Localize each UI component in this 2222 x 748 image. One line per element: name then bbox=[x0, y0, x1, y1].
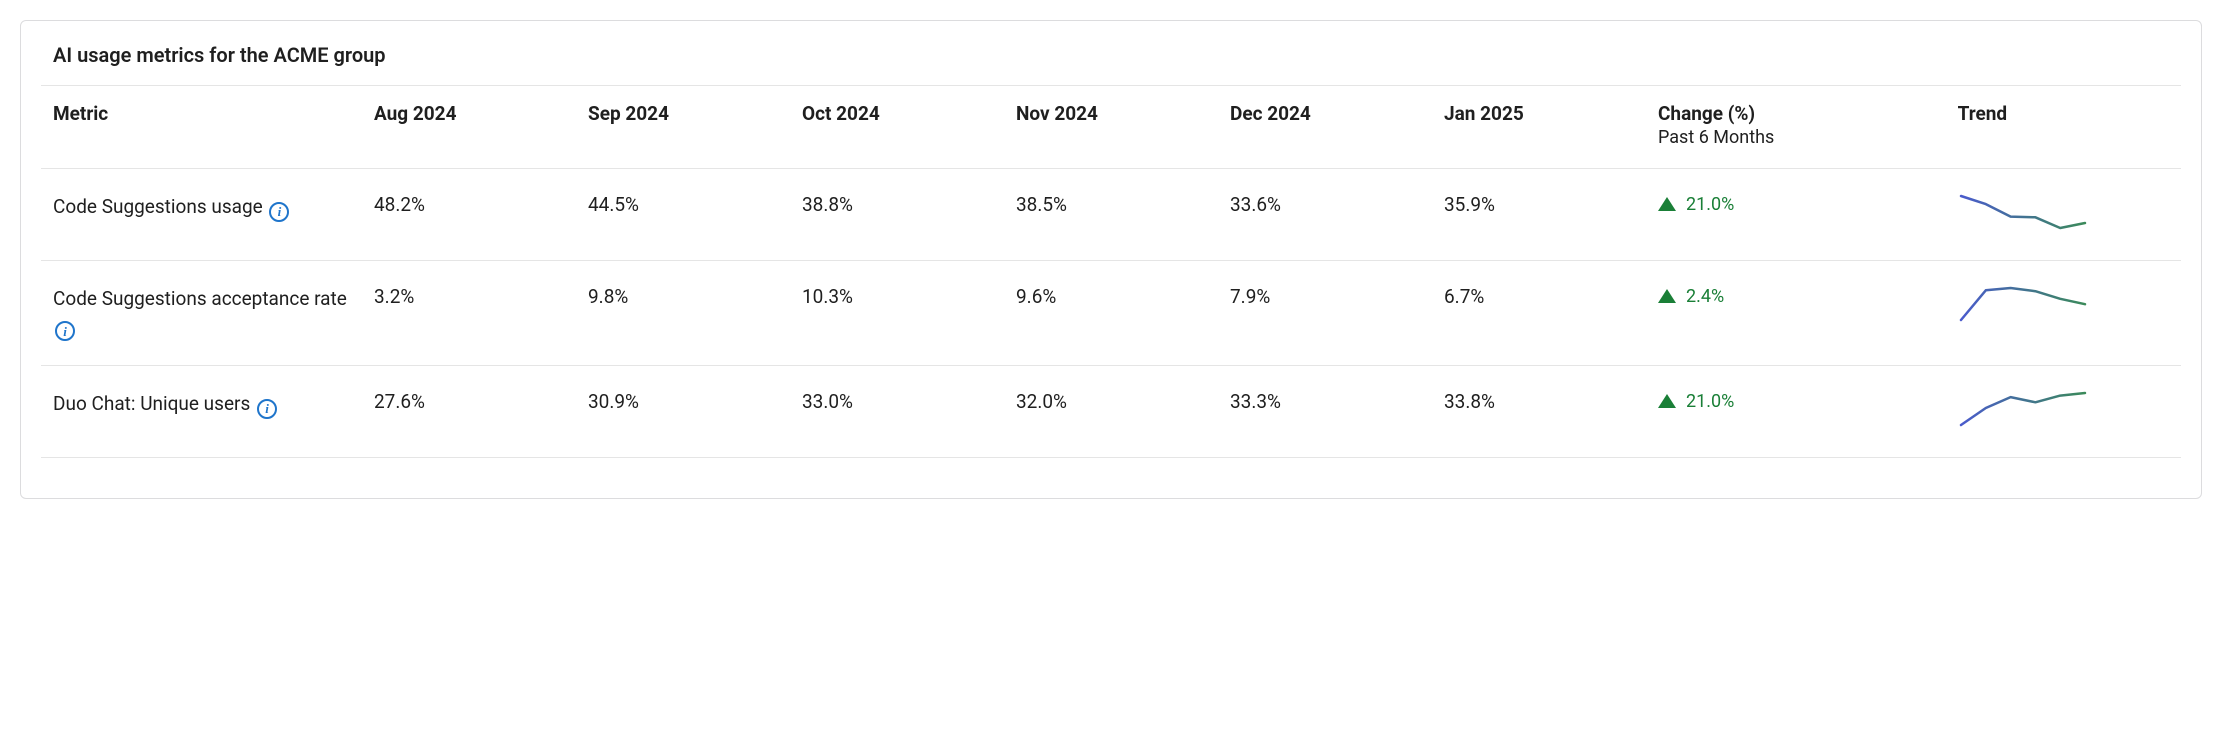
sparkline bbox=[1958, 285, 2088, 323]
value-cell: 32.0% bbox=[1004, 366, 1218, 458]
th-month-4: Dec 2024 bbox=[1218, 86, 1432, 169]
metric-name: Duo Chat: Unique users bbox=[53, 392, 250, 415]
table-row: Duo Chat: Unique users i27.6%30.9%33.0%3… bbox=[41, 366, 2181, 458]
triangle-up-icon bbox=[1658, 394, 1676, 408]
table-header-row: Metric Aug 2024 Sep 2024 Oct 2024 Nov 20… bbox=[41, 86, 2181, 169]
value-cell: 7.9% bbox=[1218, 261, 1432, 366]
trend-cell bbox=[1946, 366, 2181, 458]
th-change: Change (%) Past 6 Months bbox=[1646, 86, 1946, 169]
change-indicator: 2.4% bbox=[1658, 286, 1724, 307]
th-metric: Metric bbox=[41, 86, 362, 169]
metric-name-cell: Code Suggestions acceptance rate i bbox=[41, 261, 362, 366]
info-icon[interactable]: i bbox=[55, 321, 75, 341]
value-cell: 10.3% bbox=[790, 261, 1004, 366]
value-cell: 6.7% bbox=[1432, 261, 1646, 366]
value-cell: 33.8% bbox=[1432, 366, 1646, 458]
metric-name: Code Suggestions usage bbox=[53, 195, 263, 218]
triangle-up-icon bbox=[1658, 197, 1676, 211]
metric-name: Code Suggestions acceptance rate bbox=[53, 287, 347, 310]
value-cell: 9.6% bbox=[1004, 261, 1218, 366]
metrics-table: Metric Aug 2024 Sep 2024 Oct 2024 Nov 20… bbox=[41, 85, 2181, 458]
metrics-panel: AI usage metrics for the ACME group Metr… bbox=[20, 20, 2202, 499]
value-cell: 33.6% bbox=[1218, 169, 1432, 261]
sparkline bbox=[1958, 193, 2088, 231]
value-cell: 3.2% bbox=[362, 261, 576, 366]
th-month-2: Oct 2024 bbox=[790, 86, 1004, 169]
th-change-label: Change (%) bbox=[1658, 102, 1755, 125]
metric-name-cell: Duo Chat: Unique users i bbox=[41, 366, 362, 458]
change-cell: 21.0% bbox=[1646, 169, 1946, 261]
th-month-0: Aug 2024 bbox=[362, 86, 576, 169]
change-value: 21.0% bbox=[1686, 194, 1734, 215]
value-cell: 38.5% bbox=[1004, 169, 1218, 261]
value-cell: 33.3% bbox=[1218, 366, 1432, 458]
value-cell: 48.2% bbox=[362, 169, 576, 261]
th-change-sub: Past 6 Months bbox=[1658, 127, 1934, 148]
panel-title: AI usage metrics for the ACME group bbox=[21, 21, 2201, 85]
change-value: 2.4% bbox=[1686, 286, 1724, 307]
th-month-1: Sep 2024 bbox=[576, 86, 790, 169]
trend-cell bbox=[1946, 261, 2181, 366]
value-cell: 44.5% bbox=[576, 169, 790, 261]
info-icon[interactable]: i bbox=[257, 399, 277, 419]
value-cell: 9.8% bbox=[576, 261, 790, 366]
table-row: Code Suggestions acceptance rate i3.2%9.… bbox=[41, 261, 2181, 366]
value-cell: 38.8% bbox=[790, 169, 1004, 261]
change-cell: 21.0% bbox=[1646, 366, 1946, 458]
change-indicator: 21.0% bbox=[1658, 391, 1734, 412]
value-cell: 35.9% bbox=[1432, 169, 1646, 261]
value-cell: 33.0% bbox=[790, 366, 1004, 458]
metric-name-cell: Code Suggestions usage i bbox=[41, 169, 362, 261]
trend-cell bbox=[1946, 169, 2181, 261]
change-cell: 2.4% bbox=[1646, 261, 1946, 366]
th-trend: Trend bbox=[1946, 86, 2181, 169]
th-month-3: Nov 2024 bbox=[1004, 86, 1218, 169]
value-cell: 27.6% bbox=[362, 366, 576, 458]
th-month-5: Jan 2025 bbox=[1432, 86, 1646, 169]
change-indicator: 21.0% bbox=[1658, 194, 1734, 215]
sparkline bbox=[1958, 390, 2088, 428]
value-cell: 30.9% bbox=[576, 366, 790, 458]
change-value: 21.0% bbox=[1686, 391, 1734, 412]
triangle-up-icon bbox=[1658, 289, 1676, 303]
info-icon[interactable]: i bbox=[269, 202, 289, 222]
table-row: Code Suggestions usage i48.2%44.5%38.8%3… bbox=[41, 169, 2181, 261]
